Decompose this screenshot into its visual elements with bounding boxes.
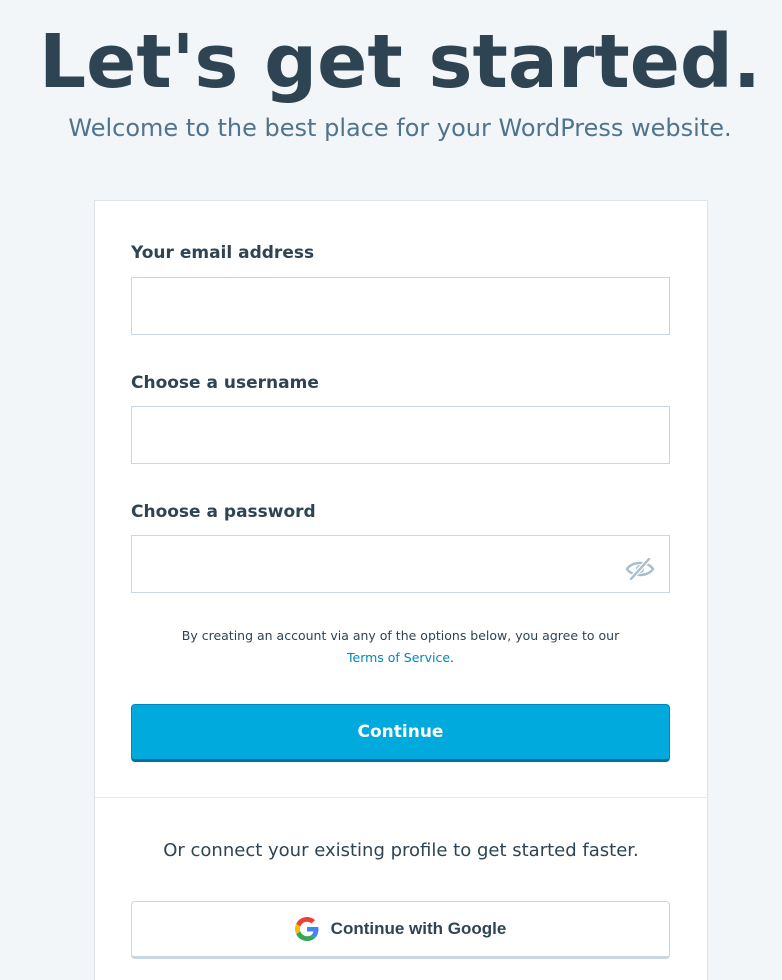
password-input[interactable]	[131, 535, 670, 593]
eye-slash-icon[interactable]	[623, 554, 657, 584]
terms-notice: By creating an account via any of the op…	[131, 625, 670, 669]
google-button-label: Continue with Google	[330, 919, 507, 938]
signup-page: Let's get started. Welcome to the best p…	[0, 0, 782, 980]
username-label: Choose a username	[131, 373, 319, 393]
google-logo-icon	[294, 917, 319, 941]
email-label: Your email address	[131, 243, 315, 263]
social-prompt: Or connect your existing profile to get …	[163, 840, 639, 861]
username-input[interactable]	[131, 406, 670, 464]
terms-suffix: .	[450, 650, 454, 665]
email-input[interactable]	[131, 277, 670, 335]
eye-slash-icon-svg	[625, 557, 655, 581]
continue-with-google-button[interactable]: Continue with Google	[131, 901, 670, 959]
password-label: Choose a password	[131, 502, 316, 522]
terms-prefix: By creating an account via any of the op…	[181, 628, 620, 643]
terms-of-service-link[interactable]: Terms of Service	[347, 650, 450, 665]
page-title: Let's get started.	[39, 19, 761, 105]
section-divider	[95, 797, 707, 798]
signup-card: Your email address Choose a username Cho…	[94, 200, 708, 980]
page-subtitle: Welcome to the best place for your WordP…	[68, 114, 732, 142]
continue-button[interactable]: Continue	[131, 704, 670, 762]
